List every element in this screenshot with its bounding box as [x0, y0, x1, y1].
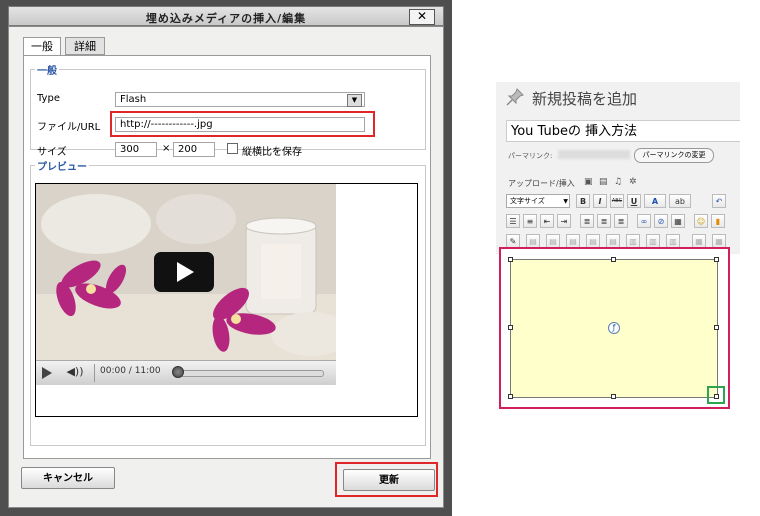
dialog-title: 埋め込みメディアの挿入/編集	[145, 12, 307, 25]
play-button-large[interactable]	[154, 252, 214, 292]
resize-handle-w[interactable]	[508, 325, 513, 330]
toolbar-row-2: ☰ ≡ ⇤ ⇥ ≣ ≣ ≣ ∞ ⊘ ▦ ☺ ▮	[506, 214, 740, 230]
italic-button[interactable]: I	[593, 194, 607, 208]
resize-handle-n[interactable]	[611, 257, 616, 262]
video-icon[interactable]: ▤	[599, 177, 608, 187]
more-tag-icon[interactable]: ▮	[711, 214, 725, 228]
play-icon	[177, 262, 194, 282]
merge-cell-icon[interactable]: ▦	[692, 234, 706, 248]
align-center-icon[interactable]: ≣	[597, 214, 611, 228]
tab-panel: 一般 Type Flash ▼ ファイル/URL http://--------…	[23, 55, 431, 459]
embed-media-dialog: 埋め込みメディアの挿入/編集 ✕ 一般 詳細 一般 Type Flash ▼ フ…	[0, 0, 452, 516]
video-controls: ◀)) 00:00 / 11:00	[36, 360, 336, 385]
upload-insert-label: アップロード/挿入	[508, 179, 575, 188]
type-label: Type	[37, 93, 60, 104]
flash-media-icon: ƒ	[608, 322, 620, 334]
preview-box: ◀)) 00:00 / 11:00	[35, 183, 418, 417]
bold-button[interactable]: B	[576, 194, 590, 208]
permalink-change-button[interactable]: パーマリンクの変更	[634, 148, 714, 163]
preview-legend: プレビュー	[37, 162, 87, 173]
pushpin-icon	[506, 88, 524, 106]
table-row-icon[interactable]: ▤	[546, 234, 560, 248]
insert-row-icon[interactable]: ▤	[586, 234, 600, 248]
dialog-titlebar: 埋め込みメディアの挿入/編集 ✕	[8, 6, 444, 26]
delete-row-icon[interactable]: ▤	[606, 234, 620, 248]
image-icon[interactable]: ▣	[584, 177, 593, 187]
media-icon[interactable]: ✲	[629, 177, 637, 187]
play-icon[interactable]	[42, 367, 52, 379]
cancel-button[interactable]: キャンセル	[21, 467, 115, 489]
general-legend: 一般	[37, 66, 57, 77]
resize-handle-nw[interactable]	[508, 257, 513, 262]
resize-handle-sw[interactable]	[508, 394, 513, 399]
general-fieldset: 一般 Type Flash ▼ ファイル/URL http://--------…	[30, 62, 426, 158]
page-title: 新規投稿を追加	[532, 90, 638, 108]
edit-icon[interactable]: ✎	[506, 234, 520, 248]
chevron-down-icon: ▼	[563, 198, 568, 205]
underline-button[interactable]: U	[627, 194, 641, 208]
tab-general[interactable]: 一般	[23, 37, 61, 56]
preview-fieldset: プレビュー ◀)) 00:00 / 11:00	[30, 158, 426, 446]
url-highlight-box	[110, 111, 375, 137]
permalink-url-blurred	[558, 150, 630, 159]
controls-divider	[94, 364, 95, 382]
text-color-button[interactable]: A	[644, 194, 666, 208]
permalink-label: パーマリンク:	[508, 152, 553, 160]
bullet-list-icon[interactable]: ☰	[506, 214, 520, 228]
link-icon[interactable]: ∞	[637, 214, 651, 228]
video-thumbnail[interactable]	[36, 184, 336, 360]
delete-column-icon[interactable]: ▥	[646, 234, 660, 248]
resize-handle-ne[interactable]	[714, 257, 719, 262]
url-label: ファイル/URL	[37, 122, 101, 133]
undo-button[interactable]: ↶	[712, 194, 726, 208]
post-title-input[interactable]: You Tubeの 挿入方法	[506, 120, 740, 142]
indent-icon[interactable]: ⇥	[557, 214, 571, 228]
resize-corner-highlight-box	[707, 386, 725, 404]
post-editor: 新規投稿を追加 You Tubeの 挿入方法 パーマリンク: パーマリンクの変更…	[496, 82, 740, 254]
width-input[interactable]: 300	[115, 142, 157, 157]
seek-bar[interactable]	[176, 370, 324, 377]
times-sign: ×	[162, 143, 171, 154]
type-select[interactable]: Flash ▼	[115, 92, 365, 107]
table-icon[interactable]: ▤	[526, 234, 540, 248]
strikethrough-button[interactable]: ABC	[610, 194, 624, 208]
update-button[interactable]: 更新	[343, 469, 435, 491]
table-props-icon[interactable]: ▦	[712, 234, 726, 248]
highlight-color-button[interactable]: ab	[669, 194, 691, 208]
seek-handle[interactable]	[172, 366, 184, 378]
numbered-list-icon[interactable]: ≡	[523, 214, 537, 228]
height-input[interactable]: 200	[173, 142, 215, 157]
split-cell-icon[interactable]: ▥	[666, 234, 680, 248]
table-cell-icon[interactable]: ▤	[566, 234, 580, 248]
chevron-down-icon[interactable]: ▼	[347, 94, 362, 107]
align-right-icon[interactable]: ≣	[614, 214, 628, 228]
audio-icon[interactable]: ♫	[614, 177, 622, 187]
volume-icon[interactable]: ◀))	[58, 363, 92, 381]
outdent-icon[interactable]: ⇤	[540, 214, 554, 228]
unlink-icon[interactable]: ⊘	[654, 214, 668, 228]
smiley-icon[interactable]: ☺	[694, 214, 708, 228]
resize-handle-s[interactable]	[611, 394, 616, 399]
font-size-select[interactable]: 文字サイズ ▼	[506, 194, 570, 208]
toolbar-row-1: 文字サイズ ▼ B I ABC U A ab ↶	[506, 194, 740, 210]
tab-advanced[interactable]: 詳細	[65, 37, 105, 55]
align-left-icon[interactable]: ≣	[580, 214, 594, 228]
keep-ratio-label: 縦横比を保存	[242, 147, 302, 158]
keep-ratio-checkbox[interactable]	[227, 143, 238, 154]
resize-handle-e[interactable]	[714, 325, 719, 330]
insert-column-icon[interactable]: ▥	[626, 234, 640, 248]
font-size-label: 文字サイズ	[510, 197, 545, 205]
fullscreen-icon[interactable]: ▦	[671, 214, 685, 228]
size-label: サイズ	[37, 147, 67, 158]
type-value: Flash	[120, 94, 147, 105]
dialog-body: 一般 詳細 一般 Type Flash ▼ ファイル/URL http://--…	[8, 26, 444, 508]
close-icon[interactable]: ✕	[409, 9, 435, 25]
time-display: 00:00 / 11:00	[100, 366, 161, 376]
